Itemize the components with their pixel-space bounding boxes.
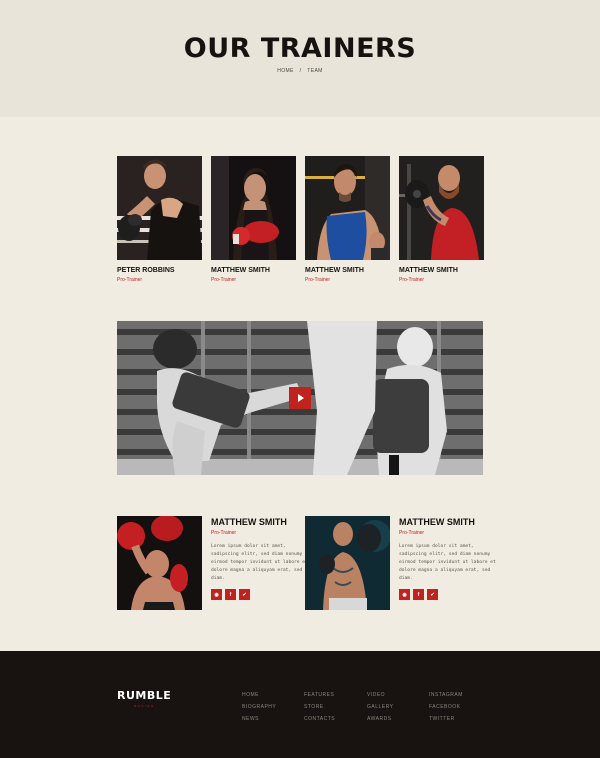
footer-link-twitter[interactable]: TWITTER (429, 713, 463, 725)
twitter-icon[interactable]: ✔ (427, 589, 438, 600)
trainer-photo[interactable] (117, 156, 202, 260)
twitter-icon[interactable]: ✔ (239, 589, 250, 600)
trainer-name: PETER ROBBINS (117, 267, 175, 274)
instagram-icon[interactable]: ◉ (211, 589, 222, 600)
featured-trainer-photo[interactable] (117, 516, 202, 610)
trainer-role: Pro-Trainer (117, 277, 143, 283)
trainer-photo[interactable] (305, 156, 390, 260)
footer-link-store[interactable]: STORE (304, 701, 335, 713)
footer-column: FEATURES STORE CONTACTS (304, 689, 335, 725)
trainer-photo[interactable] (211, 156, 296, 260)
footer-link-home[interactable]: HOME (242, 689, 276, 701)
breadcrumb-current: TEAM (307, 68, 323, 74)
footer-link-biography[interactable]: BIOGRAPHY (242, 701, 276, 713)
footer-column: INSTAGRAM FACEBOOK TWITTER (429, 689, 463, 725)
footer-column: HOME BIOGRAPHY NEWS (242, 689, 276, 725)
featured-trainer-bio: Lorem ipsum dolor sit amet, sadipscing e… (211, 544, 308, 581)
trainer-card[interactable]: MATTHEW SMITH Pro-Trainer (211, 156, 296, 283)
trainer-role: Pro-Trainer (305, 277, 331, 283)
facebook-icon[interactable]: f (225, 589, 236, 600)
footer-logo-subtitle: BOXING (134, 704, 155, 708)
featured-trainer: MATTHEW SMITH Pro-Trainer Lorem ipsum do… (117, 516, 308, 610)
footer-column: VIDEO GALLERY AWARDS (367, 689, 393, 725)
play-icon (298, 394, 304, 402)
footer-link-instagram[interactable]: INSTAGRAM (429, 689, 463, 701)
footer-link-video[interactable]: VIDEO (367, 689, 393, 701)
featured-trainer-photo[interactable] (305, 516, 390, 610)
footer-link-facebook[interactable]: FACEBOOK (429, 701, 463, 713)
featured-trainer-role: Pro-Trainer (399, 530, 425, 536)
featured-trainer-role: Pro-Trainer (211, 530, 237, 536)
featured-trainer-name: MATTHEW SMITH (211, 517, 287, 527)
trainer-name: MATTHEW SMITH (399, 267, 458, 274)
footer-link-news[interactable]: NEWS (242, 713, 276, 725)
trainer-name: MATTHEW SMITH (305, 267, 364, 274)
featured-trainer-name: MATTHEW SMITH (399, 517, 475, 527)
trainer-card[interactable]: MATTHEW SMITH Pro-Trainer (399, 156, 484, 283)
play-button[interactable] (289, 387, 311, 409)
footer-logo[interactable]: RUMBLE (117, 689, 171, 702)
breadcrumb-home-link[interactable]: HOME (277, 68, 294, 74)
trainer-role: Pro-Trainer (211, 277, 237, 283)
breadcrumb-separator: / (299, 68, 302, 74)
video-banner[interactable] (117, 321, 483, 475)
facebook-icon[interactable]: f (413, 589, 424, 600)
footer-link-contacts[interactable]: CONTACTS (304, 713, 335, 725)
featured-trainer-bio: Lorem ipsum dolor sit amet, sadipscing e… (399, 544, 496, 581)
footer-link-gallery[interactable]: GALLERY (367, 701, 393, 713)
footer-link-features[interactable]: FEATURES (304, 689, 335, 701)
instagram-icon[interactable]: ◉ (399, 589, 410, 600)
trainer-name: MATTHEW SMITH (211, 267, 270, 274)
social-links: ◉ f ✔ (399, 589, 438, 600)
social-links: ◉ f ✔ (211, 589, 250, 600)
trainer-card[interactable]: MATTHEW SMITH Pro-Trainer (305, 156, 390, 283)
page-header: OUR TRAINERS HOME / TEAM (0, 0, 600, 117)
page-title: OUR TRAINERS (183, 33, 417, 64)
footer-link-awards[interactable]: AWARDS (367, 713, 393, 725)
trainer-card[interactable]: PETER ROBBINS Pro-Trainer (117, 156, 202, 283)
footer: RUMBLE BOXING HOME BIOGRAPHY NEWS FEATUR… (0, 651, 600, 758)
trainer-photo[interactable] (399, 156, 484, 260)
breadcrumb: HOME / TEAM (0, 68, 600, 74)
trainer-role: Pro-Trainer (399, 277, 425, 283)
featured-trainer: MATTHEW SMITH Pro-Trainer Lorem ipsum do… (305, 516, 496, 610)
